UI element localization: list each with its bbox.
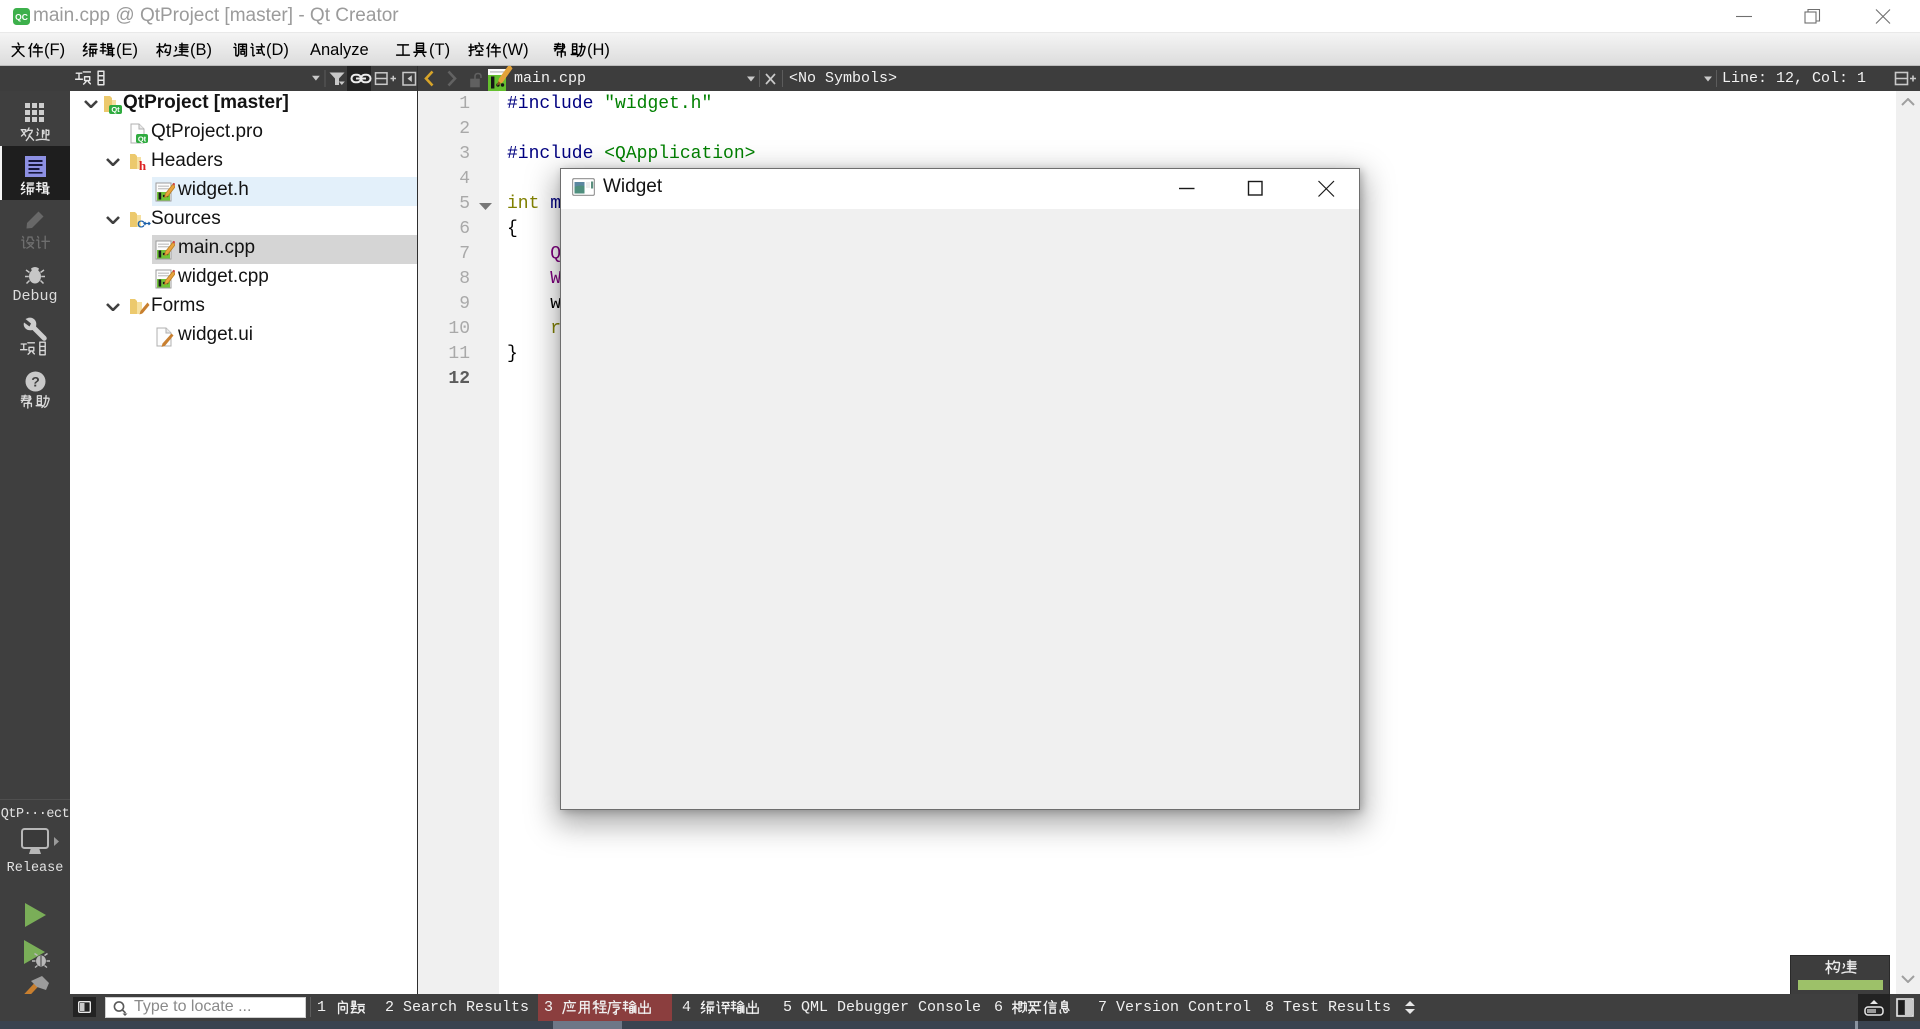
svg-text:?: ? xyxy=(31,374,40,390)
svg-text:Qt: Qt xyxy=(111,105,120,114)
svg-text:QC: QC xyxy=(15,12,28,22)
svg-text:h: h xyxy=(139,158,147,172)
svg-text:Qt: Qt xyxy=(138,135,147,144)
